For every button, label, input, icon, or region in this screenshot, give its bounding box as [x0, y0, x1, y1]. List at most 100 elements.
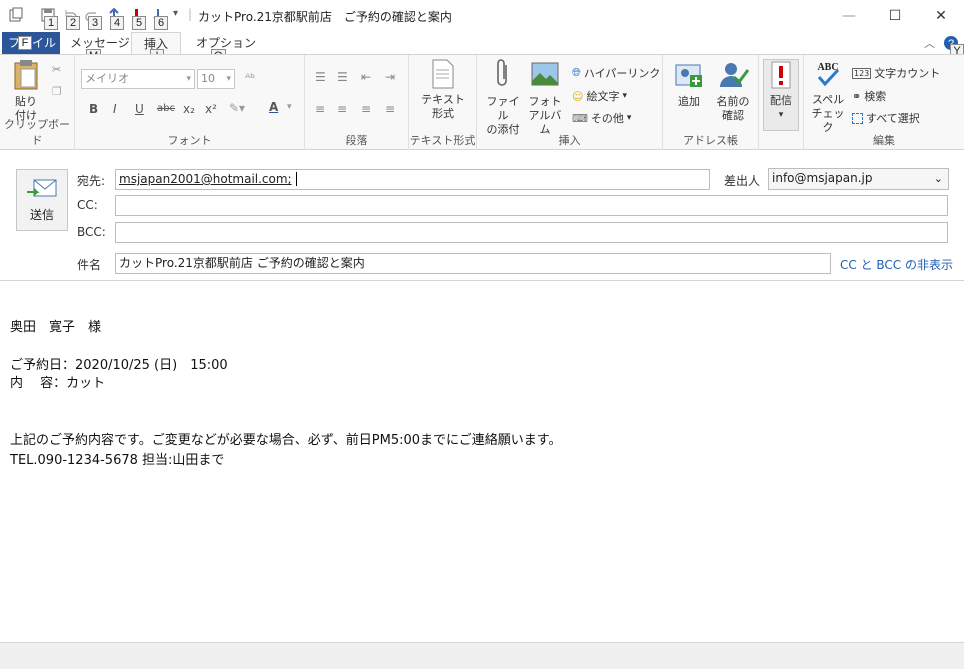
body-line-notice: 上記のご予約内容です。ご変更などが必要な場合、必ず、前日PM5:00までにご連絡… — [10, 433, 562, 448]
collapse-ribbon-icon[interactable]: ︿ — [924, 35, 935, 51]
increase-indent-icon[interactable]: ⇥ — [385, 70, 395, 84]
send-label: 送信 — [29, 208, 54, 222]
keytip-2: 2 — [66, 16, 80, 30]
keytip-5: 5 — [132, 16, 146, 30]
plain-text-label: テキスト 形式 — [421, 93, 465, 120]
select-all-button[interactable]: すべて選択 — [852, 110, 920, 126]
select-all-icon — [852, 112, 863, 124]
chevron-down-icon: ⌄ — [933, 172, 943, 185]
superscript-icon[interactable]: x² — [205, 102, 217, 116]
group-font: メイリオ ▾ 10 ▾ ᴬᵇ B I U abc x₂ x² ✎▾ A ▾ フォント — [75, 55, 305, 150]
strikethrough-icon[interactable]: abc — [157, 103, 175, 114]
plain-text-button[interactable]: テキスト 形式 — [419, 59, 467, 121]
chevron-down-icon[interactable]: ▾ — [287, 102, 292, 112]
add-contact-label: 追加 — [678, 95, 700, 108]
underline-icon[interactable]: U — [135, 102, 144, 116]
body-line-date: ご予約日：2020/10/25 (日) 15:00 — [10, 358, 228, 373]
qat-customize-icon[interactable]: ▾ — [173, 8, 178, 19]
subject-field[interactable]: カットPro.21京都駅前店 ご予約の確認と案内 — [115, 253, 831, 274]
other-button[interactable]: ⌨ その他 ▾ — [572, 110, 631, 126]
body-line-content: 内 容：カット — [10, 376, 106, 391]
bold-icon[interactable]: B — [89, 102, 98, 116]
group-label-font: フォント — [167, 134, 212, 147]
numbered-list-icon[interactable]: ☰ — [315, 70, 326, 84]
cc-label: CC: — [77, 198, 98, 212]
font-color-icon[interactable]: A — [269, 100, 278, 114]
to-field[interactable]: msjapan2001@hotmail.com; — [115, 169, 710, 190]
tab-options-label: オプション — [196, 36, 257, 50]
emoji-label: 絵文字 — [586, 90, 620, 103]
minimize-icon: — — [842, 8, 856, 24]
to-label: 宛先: — [77, 174, 106, 188]
align-left-icon[interactable]: ≡ — [315, 102, 325, 116]
cc-field[interactable] — [115, 195, 948, 216]
attach-file-button[interactable]: ファイル の添付 — [483, 59, 523, 137]
font-size-select[interactable]: 10 ▾ — [197, 69, 235, 89]
subject-label: 件名 — [77, 258, 102, 272]
to-recipient[interactable]: msjapan2001@hotmail.com; — [119, 172, 292, 186]
from-select[interactable]: info@msjapan.jp ⌄ — [768, 168, 949, 190]
italic-icon[interactable]: I — [113, 102, 117, 116]
check-names-icon — [720, 63, 749, 87]
maximize-button[interactable]: ☐ — [872, 0, 918, 32]
hyperlink-label: ハイパーリンク — [583, 67, 661, 80]
importance-icon — [771, 61, 791, 89]
tab-file-label: ファイル — [8, 36, 57, 50]
tab-options[interactable]: オプション — [196, 32, 256, 54]
compose-header: 送信 宛先: msjapan2001@hotmail.com; 差出人 info… — [0, 151, 964, 281]
check-names-button[interactable]: 名前の 確認 — [711, 59, 755, 123]
find-button[interactable]: ⚭ 検索 — [852, 88, 886, 104]
photo-icon — [531, 62, 559, 86]
delivery-button[interactable]: 配信 ▾ — [763, 59, 799, 131]
word-count-icon: 123 — [852, 67, 872, 79]
decrease-indent-icon[interactable]: ⇤ — [361, 70, 371, 84]
keytip-6: 6 — [154, 16, 168, 30]
message-body[interactable]: 奥田 寛子 様 ご予約日：2020/10/25 (日) 15:00 内 容：カッ… — [0, 282, 964, 642]
paste-button[interactable]: 貼り 付け — [6, 59, 46, 123]
bulleted-list-icon[interactable]: ☰ — [337, 70, 348, 84]
close-button[interactable]: ✕ — [918, 0, 964, 32]
find-label: 検索 — [864, 90, 887, 103]
justify-icon[interactable]: ≡ — [385, 102, 395, 116]
bcc-field[interactable] — [115, 222, 948, 243]
spell-check-label: スペル チェック — [811, 93, 845, 134]
align-center-icon[interactable]: ≡ — [337, 102, 347, 116]
chevron-down-icon: ▾ — [778, 110, 784, 120]
chevron-down-icon: ▾ — [622, 91, 627, 101]
copy-icon[interactable]: ❐ — [52, 85, 62, 98]
binoculars-icon: ⚭ — [852, 89, 862, 103]
keytip-1: 1 — [44, 16, 58, 30]
photo-album-button[interactable]: フォト アルバム — [525, 59, 565, 137]
group-address-book: 追加 名前の 確認 アドレス帳 — [663, 55, 759, 150]
send-icon — [27, 179, 57, 197]
check-names-label: 名前の 確認 — [716, 95, 750, 122]
chevron-down-icon: ▾ — [226, 74, 231, 84]
title-separator: | — [188, 7, 193, 21]
tab-message-label: メッセージ — [70, 36, 130, 50]
emoji-button[interactable]: ☺ 絵文字 ▾ — [572, 88, 627, 104]
group-label-clipboard: クリップボード — [4, 118, 70, 147]
add-contact-button[interactable]: 追加 — [669, 59, 709, 109]
attach-file-label: ファイル の添付 — [486, 95, 520, 136]
font-family-select[interactable]: メイリオ ▾ — [81, 69, 195, 89]
group-label-address-book: アドレス帳 — [683, 134, 738, 147]
subscript-icon[interactable]: x₂ — [183, 102, 195, 116]
minimize-button[interactable]: — — [826, 0, 872, 32]
maximize-icon: ☐ — [888, 8, 902, 24]
spell-check-button[interactable]: ABC スペル チェック — [808, 59, 848, 135]
highlight-icon[interactable]: ✎▾ — [229, 101, 245, 115]
send-button[interactable]: 送信 — [16, 169, 68, 231]
hide-cc-bcc-link[interactable]: CC と BCC の非表示 — [840, 256, 953, 273]
align-right-icon[interactable]: ≡ — [361, 102, 371, 116]
ribbon-tabs: ファイル F メッセージ M 挿入 I オプション O ︿ ? Y — [0, 32, 964, 63]
group-paragraph: ☰ ☰ ⇤ ⇥ ≡ ≡ ≡ ≡ 段落 — [305, 55, 409, 150]
hyperlink-button[interactable]: 🌐︎ ハイパーリンク — [572, 65, 660, 81]
paste-icon — [14, 60, 38, 90]
cut-icon[interactable]: ✂ — [52, 63, 61, 76]
globe-icon: 🌐︎ — [572, 66, 581, 79]
bcc-label: BCC: — [77, 225, 106, 239]
text-cursor — [295, 172, 301, 186]
keytip-file: F — [18, 36, 32, 50]
word-count-button[interactable]: 123 文字カウント — [852, 65, 940, 81]
clear-format-icon[interactable]: ᴬᵇ — [245, 71, 255, 85]
